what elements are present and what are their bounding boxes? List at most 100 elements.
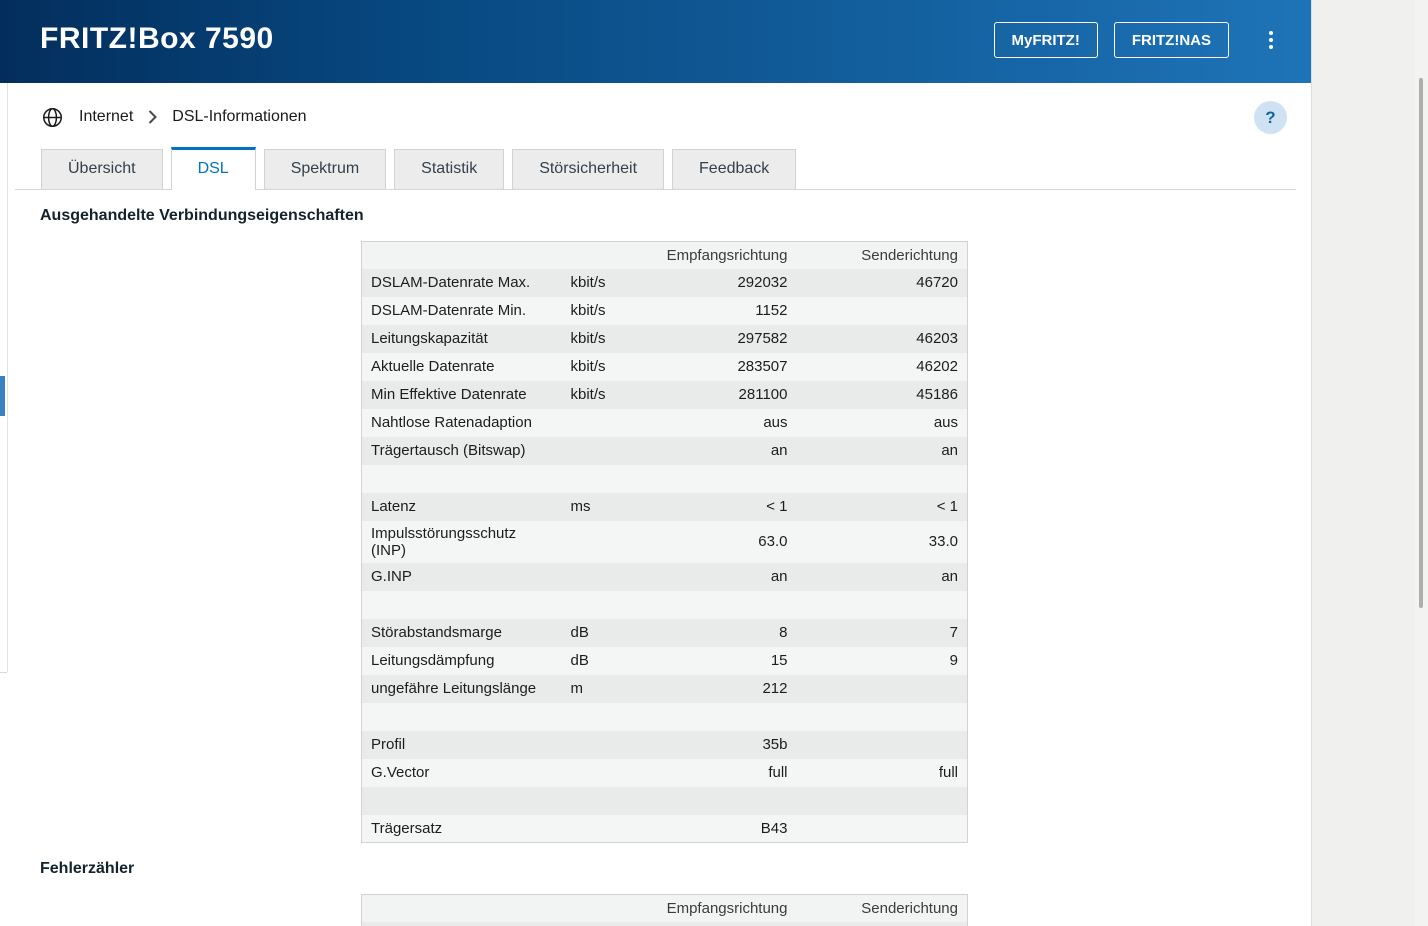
row-unit: kbit/s [570, 302, 606, 319]
tab-spektrum[interactable]: Spektrum [263, 149, 387, 189]
row-rx-value [632, 787, 797, 815]
help-button[interactable]: ? [1254, 101, 1287, 134]
table-row: ungefähre Leitungslänge m 212 [361, 674, 968, 703]
row-rx-value: 212 [762, 680, 788, 697]
row-label: Aktuelle Datenrate [371, 358, 495, 375]
row-label: Latenz [371, 498, 417, 515]
header-actions: MyFRITZ! FRITZ!NAS [993, 21, 1277, 59]
row-unit [562, 591, 632, 619]
tab-uebersicht[interactable]: Übersicht [41, 149, 163, 189]
row-tx-value: an [941, 568, 958, 585]
row-label: Störabstandsmarge [371, 624, 502, 641]
row-label: G.INP [371, 568, 412, 585]
table-spacer-row [361, 921, 968, 926]
row-unit [562, 409, 632, 437]
tab-bar: Übersicht DSL Spektrum Statistik Störsic… [15, 147, 1296, 190]
table-row: Nahtlose Ratenadaption aus aus [361, 408, 968, 437]
row-rx-value: 292032 [737, 274, 788, 291]
row-rx-value [632, 591, 797, 619]
row-tx-value: 45186 [916, 386, 958, 403]
fritznas-button[interactable]: FRITZ!NAS [1113, 22, 1229, 58]
tab-stoersicherheit[interactable]: Störsicherheit [512, 149, 665, 189]
row-rx-value [632, 703, 797, 731]
row-rx-value: B43 [760, 819, 788, 837]
connection-properties-table: Empfangsrichtung Senderichtung DSLAM-Dat… [361, 241, 968, 843]
table-spacer-row [361, 590, 968, 619]
row-rx-value: 15 [770, 652, 788, 669]
row-tx-value [797, 297, 968, 325]
row-unit [562, 563, 632, 591]
row-tx-value [797, 787, 968, 815]
myfritz-button[interactable]: MyFRITZ! [993, 22, 1098, 58]
row-unit [562, 815, 632, 843]
row-unit: m [570, 680, 584, 697]
table-row: Leitungsdämpfung dB 15 9 [361, 646, 968, 675]
row-tx-value [797, 731, 968, 759]
table-row: Störabstandsmarge dB 8 7 [361, 618, 968, 647]
table-row: G.INP an an [361, 562, 968, 591]
scrollbar-track[interactable] [1415, 0, 1428, 926]
row-unit [562, 437, 632, 465]
table-row: Leitungskapazität kbit/s 297582 46203 [361, 324, 968, 353]
tab-statistik[interactable]: Statistik [394, 149, 505, 189]
header-tx-col: Senderichtung [796, 894, 968, 922]
breadcrumb-internet[interactable]: Internet [79, 108, 133, 126]
row-tx-value [797, 591, 968, 619]
row-tx-value [797, 675, 968, 703]
row-unit [562, 521, 632, 563]
tab-dsl[interactable]: DSL [170, 147, 256, 190]
tab-feedback[interactable]: Feedback [672, 149, 797, 189]
row-rx-value: 297582 [737, 330, 788, 347]
scrollbar-thumb[interactable] [1419, 78, 1423, 608]
kebab-menu-icon[interactable] [1265, 27, 1277, 53]
row-rx-value: < 1 [766, 498, 788, 515]
row-unit: kbit/s [570, 358, 606, 375]
row-label: Trägersatz [371, 819, 443, 837]
table-row: DSLAM-Datenrate Max. kbit/s 292032 46720 [361, 268, 968, 297]
header-label-col [361, 894, 562, 922]
row-rx-value: 281100 [738, 386, 788, 403]
row-tx-value: 46203 [916, 330, 958, 347]
row-tx-value [797, 465, 968, 493]
row-label: DSLAM-Datenrate Min. [371, 302, 527, 319]
table-row: Min Effektive Datenrate kbit/s 281100 45186 [361, 380, 968, 409]
row-rx-value [632, 922, 797, 926]
row-label [362, 465, 562, 493]
row-unit: kbit/s [570, 386, 606, 403]
row-unit [562, 703, 632, 731]
row-tx-value [797, 703, 968, 731]
row-unit [562, 787, 632, 815]
row-tx-value: an [941, 442, 958, 459]
row-unit [562, 465, 632, 493]
row-tx-value [797, 922, 968, 926]
header-tx-col: Senderichtung [796, 241, 968, 269]
row-label: Profil [371, 736, 406, 753]
app-title: FRITZ!Box 7590 [40, 22, 274, 55]
header-unit-col [561, 241, 632, 269]
content-left-divider-tick [0, 672, 7, 673]
row-label: Nahtlose Ratenadaption [371, 414, 532, 431]
table-spacer-row [361, 464, 968, 493]
content-left-divider [7, 83, 8, 672]
row-label [362, 591, 562, 619]
breadcrumb-current-page: DSL-Informationen [172, 108, 307, 125]
sidebar-handle[interactable] [0, 376, 5, 416]
row-unit [562, 731, 632, 759]
table-row: G.Vector full full [361, 758, 968, 787]
section-heading-fehlerzaehler: Fehlerzähler [40, 860, 135, 877]
row-unit: ms [570, 498, 591, 515]
row-label: Trägertausch (Bitswap) [371, 442, 526, 459]
table-spacer-row [361, 786, 968, 815]
row-label: Leitungskapazität [371, 330, 488, 347]
row-tx-value: full [938, 764, 958, 781]
row-label [362, 787, 562, 815]
row-label: G.Vector [371, 764, 430, 781]
row-rx-value: aus [763, 414, 788, 431]
row-label [362, 703, 562, 731]
row-label: Leitungsdämpfung [371, 652, 495, 669]
row-rx-value: 283507 [737, 358, 788, 375]
page-gutter [1311, 0, 1428, 926]
row-tx-value: 46202 [916, 358, 958, 375]
row-unit [562, 759, 632, 787]
table-row: Aktuelle Datenrate kbit/s 283507 46202 [361, 352, 968, 381]
